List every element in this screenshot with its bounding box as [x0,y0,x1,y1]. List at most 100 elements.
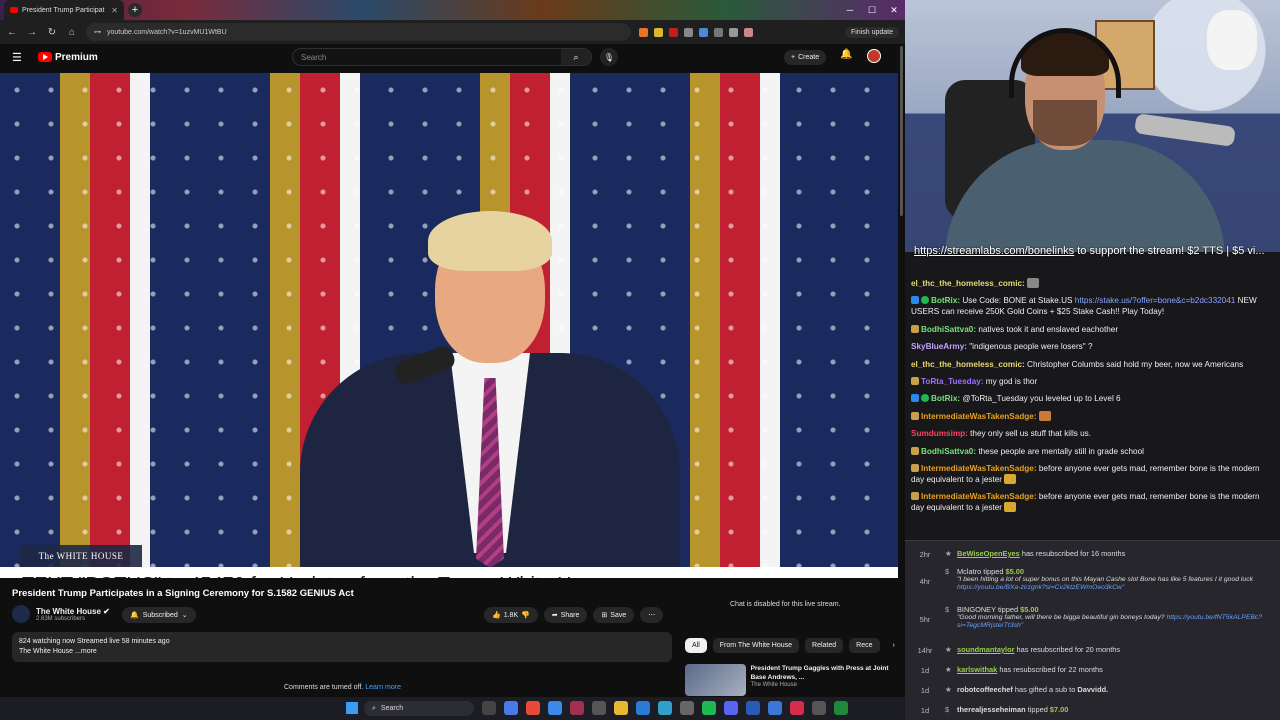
task-view-icon[interactable] [482,701,496,715]
share-button[interactable]: ➦ Share [543,607,588,623]
event-time: 2hr [919,550,931,559]
chip-from-channel[interactable]: From The White House [712,638,800,653]
menu-icon[interactable]: ☰ [12,51,24,64]
app-icon[interactable] [680,701,694,715]
chat-username[interactable]: BotRix: [931,394,960,403]
chat-username[interactable]: IntermediateWasTakenSadge: [921,464,1037,473]
reload-icon[interactable]: ↻ [46,27,58,38]
learn-more-link[interactable]: Learn more [365,684,401,691]
event-body: Mclatro tipped $5.00 "I been hitting a lo… [957,567,1280,592]
address-bar[interactable]: ⊶ youtube.com/watch?v=1uzvMU1WtBU [86,23,631,41]
create-button[interactable]: + Create [784,50,827,65]
chip-all[interactable]: All [685,638,707,653]
extension-icon[interactable] [639,27,648,37]
chat-username[interactable]: BodhiSattva0: [921,325,976,334]
activity-item: 1d ★ karlswithak has resubscribed for 22 m… [905,665,1280,675]
channel-name[interactable]: The White House ✔ [36,607,110,616]
extension-icon[interactable] [729,27,738,37]
search-input[interactable]: Search [293,53,561,62]
app-icon[interactable] [790,701,804,715]
windows-taskbar: ⌕ Search [0,697,905,720]
app-icon[interactable] [570,701,584,715]
app-icon[interactable] [636,701,650,715]
app-icon[interactable] [658,701,672,715]
extension-icon[interactable] [669,27,678,37]
app-icon[interactable] [504,701,518,715]
event-user[interactable]: robotcoffeechef [957,685,1013,694]
account-avatar[interactable] [867,49,881,63]
close-tab-icon[interactable]: ✕ [111,6,118,15]
chat-username[interactable]: el_thc_the_homeless_comic: [911,279,1025,288]
chat-username[interactable]: IntermediateWasTakenSadge: [921,492,1037,501]
microphone-icon[interactable]: 🎙 [600,48,618,66]
related-thumbnail[interactable] [685,664,746,696]
notifications-bell-icon[interactable]: 🔔 [840,49,852,60]
chat-text: "indigenous people were losers" ? [966,342,1093,352]
event-user[interactable]: BeWiseOpenEyes [957,549,1020,558]
tip-message: "I been hitting a lot of super bonus on … [957,576,1274,592]
extension-icon[interactable] [684,27,693,37]
description-box[interactable]: 824 watching now Streamed live 58 minute… [12,632,672,662]
chip-recent[interactable]: Rece [849,638,880,653]
app-icon[interactable] [548,701,562,715]
forward-icon[interactable]: → [26,27,38,38]
chat-username[interactable]: el_thc_the_homeless_comic: [911,360,1025,369]
chat-username[interactable]: Sumdumsimp: [911,429,968,438]
channel-avatar[interactable] [12,605,30,623]
new-tab-button[interactable]: + [128,3,142,17]
app-icon[interactable] [812,701,826,715]
extension-icon[interactable] [699,27,708,37]
more-actions-button[interactable]: ⋯ [640,607,664,623]
extension-icon[interactable] [714,27,723,37]
app-icon[interactable] [746,701,760,715]
app-icon[interactable] [768,701,782,715]
event-user[interactable]: Mclatro [957,567,981,576]
site-info-icon[interactable]: ⊶ [94,28,101,36]
minimize-icon[interactable]: ─ [839,0,861,20]
profile-icon[interactable] [744,27,753,37]
file-explorer-icon[interactable] [614,701,628,715]
gift-recipient[interactable]: Davvidd. [1077,685,1108,694]
app-icon[interactable] [834,701,848,715]
app-icon[interactable] [592,701,606,715]
event-user[interactable]: therealjesseheiman [957,705,1026,714]
chat-username[interactable]: SkyBlueArmy: [911,342,967,351]
close-icon[interactable]: ✕ [883,0,905,20]
save-button[interactable]: ⊞ Save [593,607,635,623]
video-title: President Trump Participates in a Signin… [12,588,354,599]
start-icon[interactable] [346,702,358,714]
event-user[interactable]: BINGONEY [957,605,996,614]
chat-username[interactable]: IntermediateWasTakenSadge: [921,412,1037,421]
channel-name-text: The White House [36,606,101,616]
subscribed-button[interactable]: 🔔 Subscribed ⌄ [122,607,196,623]
tab-youtube[interactable]: President Trump Participat ✕ [4,0,124,20]
chat-username[interactable]: BotRix: [931,296,960,305]
event-user[interactable]: karlswithak [957,665,997,674]
spotify-icon[interactable] [702,701,716,715]
youtube-logo[interactable]: Premium [38,52,98,63]
back-icon[interactable]: ← [6,27,18,38]
chrome-icon[interactable] [526,701,540,715]
finish-update-button[interactable]: Finish update [844,26,899,38]
chat-username[interactable]: BodhiSattva0: [921,447,976,456]
taskbar-search[interactable]: ⌕ Search [364,701,474,716]
related-title[interactable]: President Trump Gaggles with Press at Jo… [751,664,890,682]
like-button[interactable]: 👍 1.8K 👎 [484,607,538,623]
page-scrollbar[interactable] [898,44,905,696]
video-player[interactable]: The WHITE HOUSE TEXT "POTUS" to 45470 fo… [0,73,898,578]
extension-icon[interactable] [654,27,663,37]
chip-related[interactable]: Related [805,638,844,653]
event-user[interactable]: soundmantaylor [957,645,1015,654]
thumbs-down-icon[interactable]: 👎 [521,611,530,619]
home-icon[interactable]: ⌂ [66,27,78,38]
emote-icon [1004,473,1017,484]
chat-link[interactable]: https://stake.us/?offer=bone&c=b2dc33204… [1075,296,1236,305]
discord-icon[interactable] [724,701,738,715]
youtube-play-icon [38,52,52,62]
tip-message-link[interactable]: https://youtu.be/BXa-zirzgnk?si=Cv2ktzEW… [957,584,1124,591]
search-icon[interactable]: ⌕ [561,49,591,65]
chat-username[interactable]: ToRta_Tuesday: [921,377,983,386]
banner-link[interactable]: https://streamlabs.com/bonelinks [914,245,1074,257]
maximize-icon[interactable]: ☐ [861,0,883,20]
related-video[interactable]: President Trump Gaggles with Press at Jo… [685,664,890,696]
